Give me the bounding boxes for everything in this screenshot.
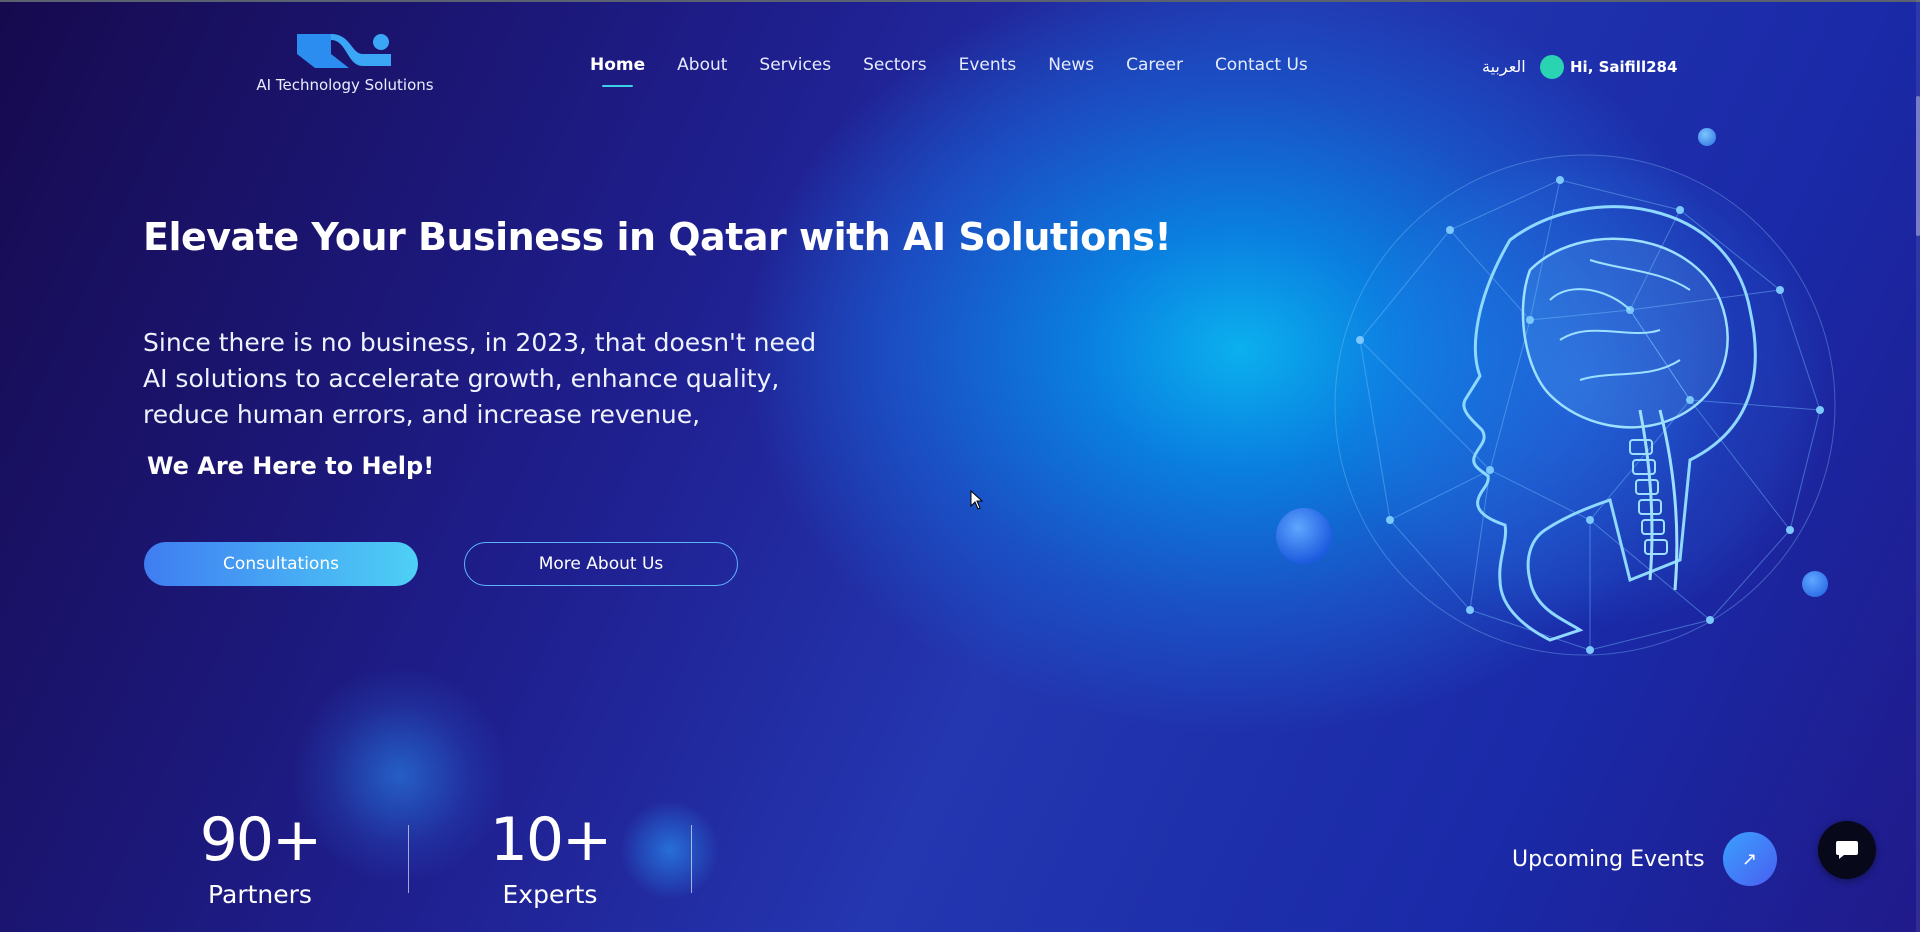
- stat-value: 90+: [199, 805, 323, 875]
- upcoming-events-label: Upcoming Events: [1512, 846, 1705, 872]
- ai-brain-head-icon: [1334, 154, 1836, 656]
- nav-news[interactable]: News: [1048, 55, 1094, 75]
- stat-experts: 10+ Experts: [470, 810, 630, 909]
- main-nav: Home About Services Sectors Events News …: [590, 55, 1340, 87]
- stat-partners: 90+ Partners: [180, 810, 340, 909]
- hero-tagline: We Are Here to Help!: [147, 452, 435, 480]
- nav-contact-us[interactable]: Contact Us: [1215, 55, 1308, 75]
- arrow-up-right-icon[interactable]: ↗: [1722, 832, 1777, 886]
- stat-divider: [408, 825, 409, 893]
- logo-mark-icon: [297, 34, 391, 68]
- window-top-border: [0, 0, 1920, 2]
- nav-home[interactable]: Home: [590, 55, 645, 87]
- page-scrollbar[interactable]: [1916, 0, 1920, 932]
- consultations-button[interactable]: Consultations: [144, 542, 418, 586]
- stat-divider: [691, 825, 692, 893]
- upcoming-events-link[interactable]: Upcoming Events ↗: [1512, 832, 1777, 886]
- chat-bubble-icon: [1836, 841, 1858, 859]
- brand-name: AI Technology Solutions: [256, 76, 434, 94]
- stat-label: Partners: [208, 880, 312, 909]
- decorative-orb: [1802, 571, 1828, 597]
- hero-headline: Elevate Your Business in Qatar with AI S…: [143, 215, 1172, 259]
- language-switch[interactable]: العربية: [1482, 57, 1526, 76]
- nav-sectors[interactable]: Sectors: [863, 55, 927, 75]
- brand-logo[interactable]: AI Technology Solutions: [255, 32, 435, 94]
- mouse-cursor-icon: [970, 490, 984, 510]
- nav-events[interactable]: Events: [959, 55, 1017, 75]
- decorative-orb: [1276, 508, 1332, 564]
- user-menu[interactable]: Hi, Saifill284: [1540, 55, 1677, 79]
- background-glow: [620, 800, 720, 900]
- avatar: [1540, 55, 1564, 79]
- chat-button[interactable]: [1818, 821, 1876, 879]
- nav-career[interactable]: Career: [1126, 55, 1183, 75]
- user-greeting: Hi, Saifill284: [1570, 58, 1678, 76]
- scrollbar-thumb[interactable]: [1916, 96, 1920, 236]
- hero-intro: Since there is no business, in 2023, tha…: [143, 328, 817, 429]
- nav-about[interactable]: About: [677, 55, 727, 75]
- more-about-us-button[interactable]: More About Us: [464, 542, 738, 586]
- stat-label: Experts: [502, 880, 598, 909]
- nav-services[interactable]: Services: [759, 55, 831, 75]
- decorative-orb: [1698, 128, 1716, 146]
- stat-value: 10+: [489, 805, 613, 875]
